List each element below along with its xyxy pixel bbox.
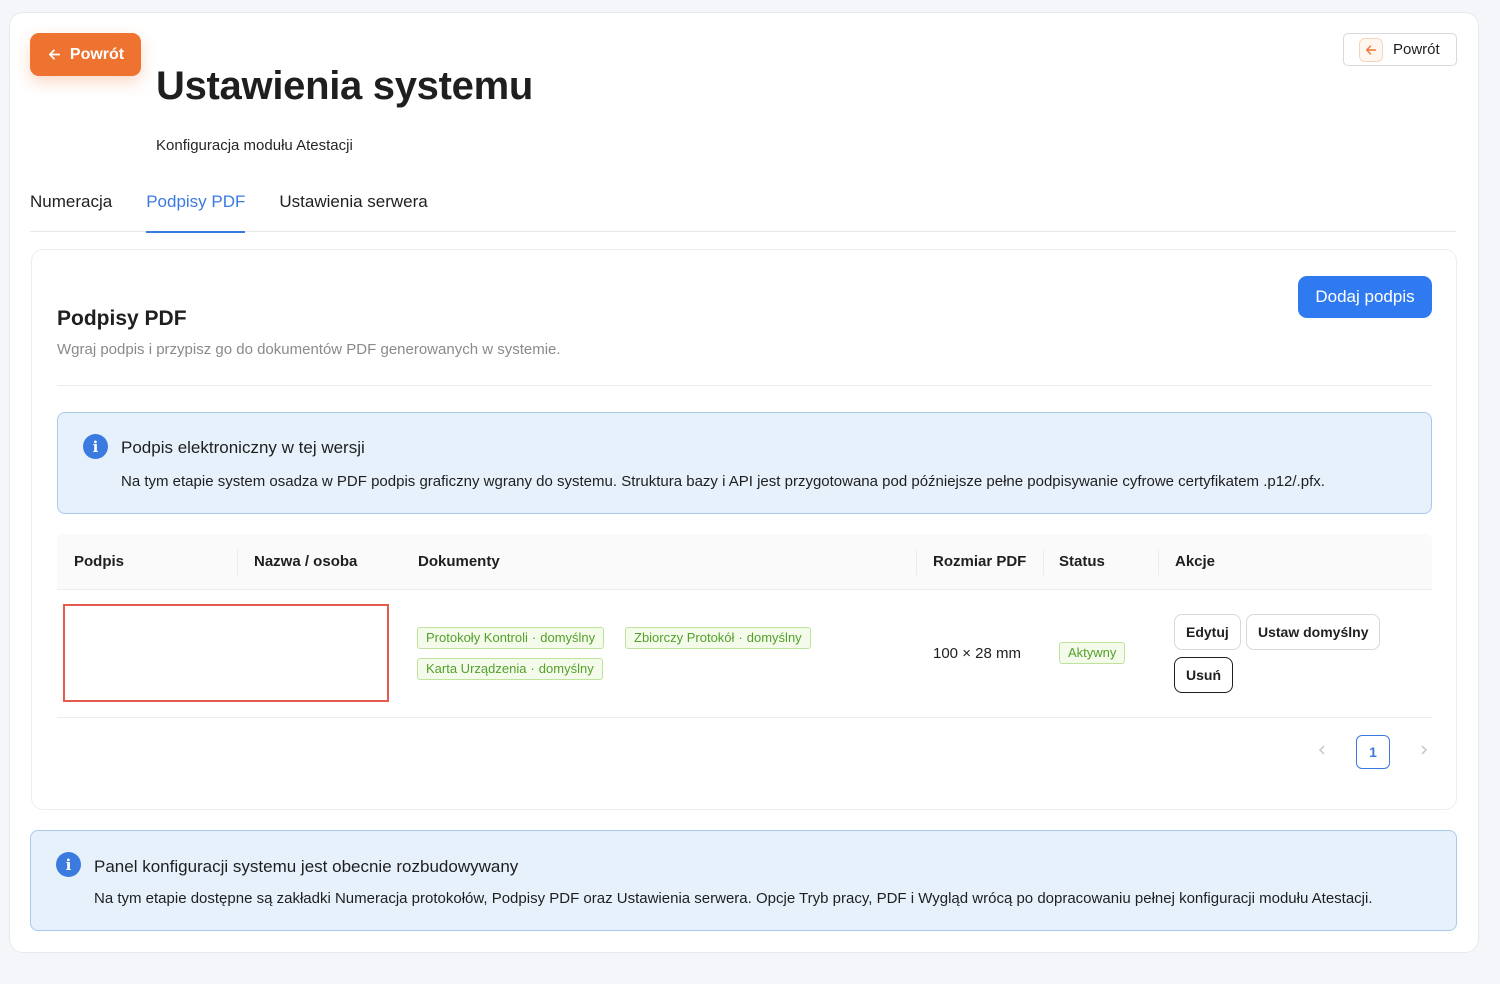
panel-description: Wgraj podpis i przypisz go do dokumentów… bbox=[57, 341, 561, 358]
document-tag-name: Karta Urządzenia bbox=[426, 661, 527, 676]
page-number[interactable]: 1 bbox=[1356, 735, 1390, 769]
info-circle-icon: i bbox=[83, 434, 108, 459]
info-text: Na tym etapie system osadza w PDF podpis… bbox=[121, 473, 1325, 490]
document-tag-flag: domyślny bbox=[746, 630, 802, 645]
column-separator bbox=[1043, 549, 1044, 575]
info-text: Na tym etapie dostępne są zakładki Numer… bbox=[94, 890, 1373, 907]
signature-info-alert: i Podpis elektroniczny w tej wersji Na t… bbox=[57, 412, 1432, 514]
back-button-label: Powrót bbox=[1393, 41, 1440, 58]
pagination: 1 bbox=[1316, 735, 1430, 769]
divider bbox=[57, 385, 1432, 386]
status-badge: Aktywny bbox=[1059, 642, 1126, 664]
column-header: Dokumenty bbox=[418, 553, 500, 570]
column-separator bbox=[237, 549, 238, 575]
document-tag: Protokoły Kontroli · domyślny bbox=[417, 627, 605, 649]
document-tag-flag: domyślny bbox=[540, 630, 596, 645]
column-header: Akcje bbox=[1175, 553, 1216, 570]
tab-bar: Numeracja Podpisy PDF Ustawienia serwera bbox=[30, 172, 1456, 233]
tab-numeracja[interactable]: Numeracja bbox=[30, 172, 112, 232]
back-button-primary[interactable]: Powrót bbox=[30, 33, 141, 76]
add-signature-button[interactable]: Dodaj podpis bbox=[1298, 276, 1432, 318]
column-separator bbox=[916, 549, 917, 575]
config-info-alert: i Panel konfiguracji systemu jest obecni… bbox=[30, 830, 1457, 931]
column-header: Status bbox=[1059, 553, 1105, 570]
tab-podpisy-pdf[interactable]: Podpisy PDF bbox=[146, 172, 246, 233]
page-title: Ustawienia systemu bbox=[156, 64, 533, 108]
info-title: Panel konfiguracji systemu jest obecnie … bbox=[94, 857, 519, 876]
table-row: Protokoły Kontroli · domyślny Zbiorczy Pro… bbox=[57, 590, 1432, 718]
column-header: Podpis bbox=[74, 553, 125, 570]
arrow-left-icon bbox=[1359, 37, 1383, 62]
back-button-label: Powrót bbox=[69, 45, 125, 63]
document-tag-name: Zbiorczy Protokół bbox=[634, 630, 735, 645]
back-button-secondary[interactable]: Powrót bbox=[1343, 33, 1457, 66]
panel-title: Podpisy PDF bbox=[57, 307, 187, 330]
tab-ustawienia-serwera[interactable]: Ustawienia serwera bbox=[279, 172, 427, 232]
table-header: Podpis Nazwa / osoba Dokumenty Rozmiar P… bbox=[57, 534, 1432, 590]
pdf-signatures-panel: Podpisy PDF Wgraj podpis i przypisz go d… bbox=[31, 249, 1457, 810]
document-tag-name: Protokoły Kontroli bbox=[426, 630, 528, 645]
chevron-right-icon[interactable] bbox=[1400, 743, 1430, 761]
delete-button[interactable]: Usuń bbox=[1174, 657, 1233, 693]
info-circle-icon: i bbox=[56, 852, 81, 877]
document-tag: Karta Urządzenia · domyślny bbox=[417, 658, 603, 680]
document-tag-flag: domyślny bbox=[538, 661, 594, 676]
column-header: Rozmiar PDF bbox=[933, 553, 1027, 570]
set-default-button[interactable]: Ustaw domyślny bbox=[1246, 614, 1381, 650]
arrow-left-icon bbox=[48, 49, 60, 60]
page-subtitle: Konfiguracja modułu Atestacji bbox=[156, 137, 353, 154]
edit-button[interactable]: Edytuj bbox=[1174, 614, 1241, 650]
signature-preview bbox=[63, 604, 389, 702]
pdf-size: 100 × 28 mm bbox=[933, 645, 1021, 662]
column-header: Nazwa / osoba bbox=[254, 553, 358, 570]
info-title: Podpis elektroniczny w tej wersji bbox=[121, 438, 365, 457]
column-separator bbox=[1158, 549, 1159, 575]
document-tag: Zbiorczy Protokół · domyślny bbox=[625, 627, 811, 649]
chevron-left-icon[interactable] bbox=[1316, 743, 1346, 761]
